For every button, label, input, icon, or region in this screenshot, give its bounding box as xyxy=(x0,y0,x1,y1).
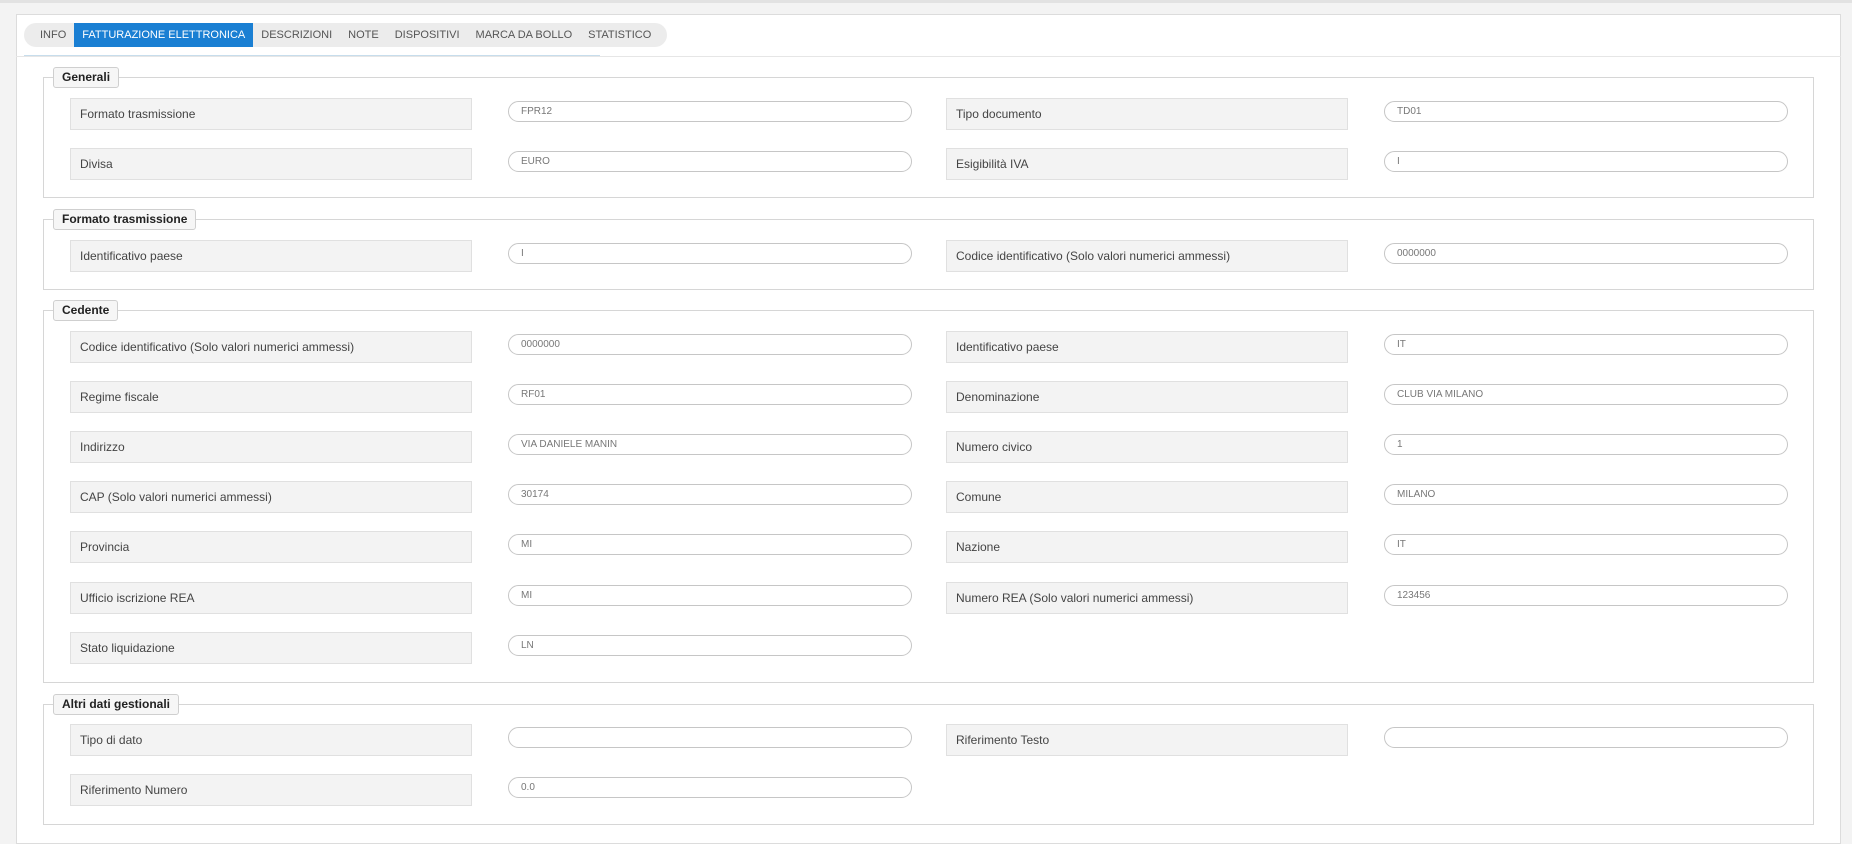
label-denominazione: Denominazione xyxy=(946,381,1348,413)
label-cap: CAP (Solo valori numerici ammessi) xyxy=(70,481,472,513)
tab-separator xyxy=(16,56,1841,57)
label-nazione: Nazione xyxy=(946,531,1348,563)
tab-marca-da-bollo[interactable]: MARCA DA BOLLO xyxy=(468,23,581,47)
numero-rea-input[interactable] xyxy=(1384,585,1788,606)
label-identificativo-paese: Identificativo paese xyxy=(70,240,472,272)
formato-trasmissione-input[interactable] xyxy=(508,101,912,122)
numero-civico-input[interactable] xyxy=(1384,434,1788,455)
label-numero-rea: Numero REA (Solo valori numerici ammessi… xyxy=(946,582,1348,614)
tab-dispositivi[interactable]: DISPOSITIVI xyxy=(387,23,468,47)
provincia-input[interactable] xyxy=(508,534,912,555)
regime-fiscale-input[interactable] xyxy=(508,384,912,405)
stato-liquidazione-input[interactable] xyxy=(508,635,912,656)
identificativo-paese-input[interactable] xyxy=(508,243,912,264)
label-tipo-di-dato: Tipo di dato xyxy=(70,724,472,756)
label-ufficio-rea: Ufficio iscrizione REA xyxy=(70,582,472,614)
section-title: Altri dati gestionali xyxy=(53,694,180,715)
tab-note[interactable]: NOTE xyxy=(340,23,387,47)
section-title: Cedente xyxy=(53,300,119,321)
label-numero-civico: Numero civico xyxy=(946,431,1348,463)
cedente-codice-identificativo-input[interactable] xyxy=(508,334,912,355)
tipo-di-dato-input[interactable] xyxy=(508,727,912,748)
section-title: Generali xyxy=(53,67,120,88)
comune-input[interactable] xyxy=(1384,484,1788,505)
tab-descrizioni[interactable]: DESCRIZIONI xyxy=(253,23,340,47)
tab-statistico[interactable]: STATISTICO xyxy=(580,23,659,47)
divisa-input[interactable] xyxy=(508,151,912,172)
label-riferimento-numero: Riferimento Numero xyxy=(70,774,472,806)
label-cedente-codice-identificativo: Codice identificativo (Solo valori numer… xyxy=(70,331,472,363)
ufficio-rea-input[interactable] xyxy=(508,585,912,606)
riferimento-numero-input[interactable] xyxy=(508,777,912,798)
label-riferimento-testo: Riferimento Testo xyxy=(946,724,1348,756)
esigibilita-iva-input[interactable] xyxy=(1384,151,1788,172)
tipo-documento-input[interactable] xyxy=(1384,101,1788,122)
section-title: Formato trasmissione xyxy=(53,209,197,230)
label-esigibilita-iva: Esigibilità IVA xyxy=(946,148,1348,180)
codice-identificativo-input[interactable] xyxy=(1384,243,1788,264)
tab-fatturazione-elettronica[interactable]: FATTURAZIONE ELETTRONICA xyxy=(74,23,254,47)
label-cedente-identificativo-paese: Identificativo paese xyxy=(946,331,1348,363)
cap-input[interactable] xyxy=(508,484,912,505)
indirizzo-input[interactable] xyxy=(508,434,912,455)
cedente-identificativo-paese-input[interactable] xyxy=(1384,334,1788,355)
denominazione-input[interactable] xyxy=(1384,384,1788,405)
label-indirizzo: Indirizzo xyxy=(70,431,472,463)
riferimento-testo-input[interactable] xyxy=(1384,727,1788,748)
label-formato-trasmissione: Formato trasmissione xyxy=(70,98,472,130)
top-border xyxy=(0,0,1852,3)
label-divisa: Divisa xyxy=(70,148,472,180)
label-tipo-documento: Tipo documento xyxy=(946,98,1348,130)
section-altri-dati-gestionali: Altri dati gestionali xyxy=(43,694,1814,825)
label-regime-fiscale: Regime fiscale xyxy=(70,381,472,413)
tab-info[interactable]: INFO xyxy=(32,23,74,47)
nazione-input[interactable] xyxy=(1384,534,1788,555)
label-comune: Comune xyxy=(946,481,1348,513)
label-codice-identificativo: Codice identificativo (Solo valori numer… xyxy=(946,240,1348,272)
label-provincia: Provincia xyxy=(70,531,472,563)
label-stato-liquidazione: Stato liquidazione xyxy=(70,632,472,664)
tab-bar: INFO FATTURAZIONE ELETTRONICA DESCRIZION… xyxy=(24,23,668,56)
